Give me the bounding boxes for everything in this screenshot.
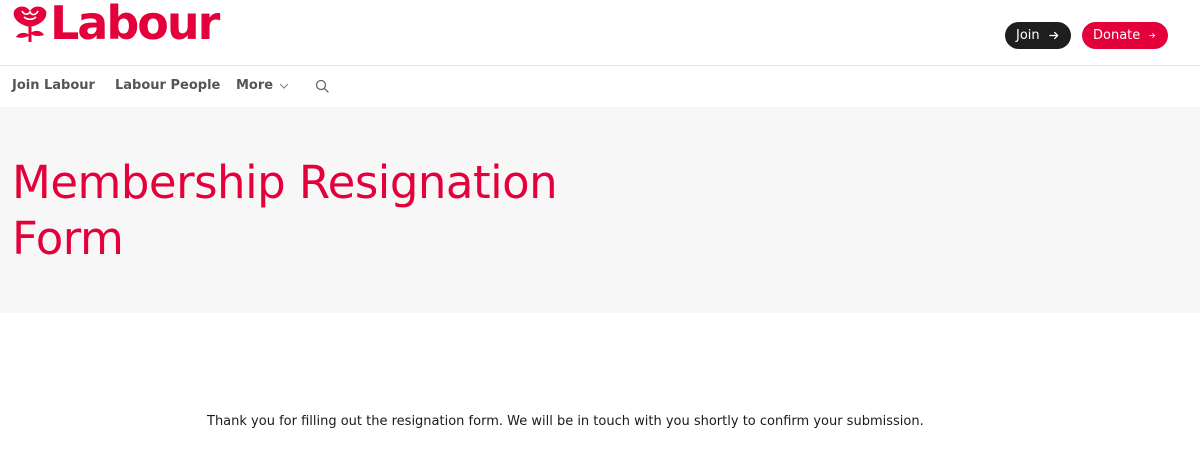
rose-icon — [10, 3, 50, 43]
donate-label: Donate — [1093, 28, 1141, 43]
donate-button[interactable]: Donate — [1082, 22, 1168, 49]
logo-text: Labour — [50, 0, 220, 50]
site-header: Labour Join Donate — [0, 0, 1200, 66]
arrow-right-icon — [1048, 31, 1058, 40]
nav-item-label: Labour People — [115, 78, 221, 93]
confirmation-message: Thank you for filling out the resignatio… — [207, 414, 924, 429]
nav-item-label: Join Labour — [12, 78, 95, 93]
nav-item-join-labour[interactable]: Join Labour — [12, 78, 95, 93]
nav-item-label: More — [236, 78, 274, 93]
search-icon[interactable] — [315, 79, 329, 93]
chevron-down-icon — [280, 83, 289, 89]
nav-item-more[interactable]: More — [236, 78, 289, 93]
nav-item-labour-people[interactable]: Labour People — [115, 78, 220, 93]
labour-logo[interactable]: Labour — [10, 0, 220, 50]
main-nav: Join Labour Labour People More — [0, 66, 1200, 106]
join-button[interactable]: Join — [1005, 22, 1071, 49]
hero-banner: Membership Resignation Form — [0, 107, 1200, 313]
page-title: Membership Resignation Form — [12, 156, 558, 265]
arrow-right-icon — [1149, 33, 1156, 38]
header-actions: Join Donate — [1005, 22, 1168, 49]
join-label: Join — [1016, 28, 1040, 43]
